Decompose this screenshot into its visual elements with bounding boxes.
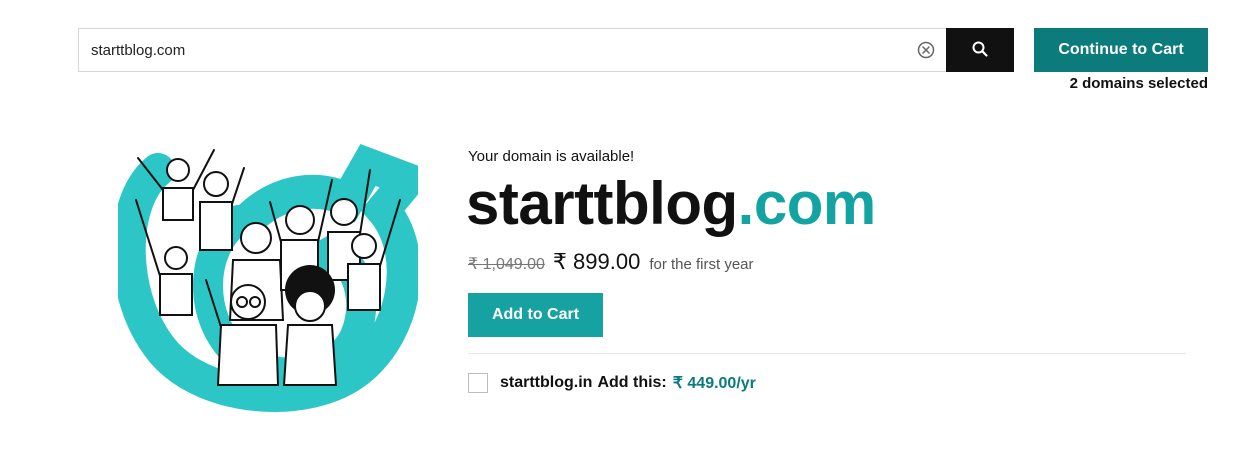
search-icon xyxy=(971,40,989,61)
domains-selected-count: 2 domains selected xyxy=(1069,75,1208,92)
domain-search-bar xyxy=(78,28,1014,72)
upsell-row: starttblog.in Add this: ₹ 449.00/yr xyxy=(468,373,756,393)
price-note: for the first year xyxy=(649,256,754,273)
domain-tld: .com xyxy=(737,170,877,237)
availability-message: Your domain is available! xyxy=(468,148,635,165)
upsell-label: Add this: xyxy=(597,374,667,391)
search-button[interactable] xyxy=(946,28,1014,72)
add-to-cart-button[interactable]: Add to Cart xyxy=(468,293,603,337)
search-input-wrapper xyxy=(78,28,946,72)
upsell-domain: starttblog.in xyxy=(500,374,593,391)
domain-name-title: starttblog.com xyxy=(466,168,876,240)
price-row: ₹ 1,049.00 ₹ 899.00 for the first year xyxy=(468,249,754,275)
section-divider xyxy=(468,353,1186,354)
domain-search-input[interactable] xyxy=(79,29,946,71)
crowd-illustration xyxy=(111,140,437,412)
upsell-price: ₹ 449.00/yr xyxy=(672,375,756,392)
discounted-price: ₹ 899.00 xyxy=(552,249,641,274)
domain-sld: starttblog xyxy=(466,170,738,237)
continue-to-cart-button[interactable]: Continue to Cart xyxy=(1034,28,1208,72)
upsell-checkbox[interactable] xyxy=(468,373,488,393)
clear-icon[interactable] xyxy=(917,41,935,59)
original-price: ₹ 1,049.00 xyxy=(468,256,545,273)
